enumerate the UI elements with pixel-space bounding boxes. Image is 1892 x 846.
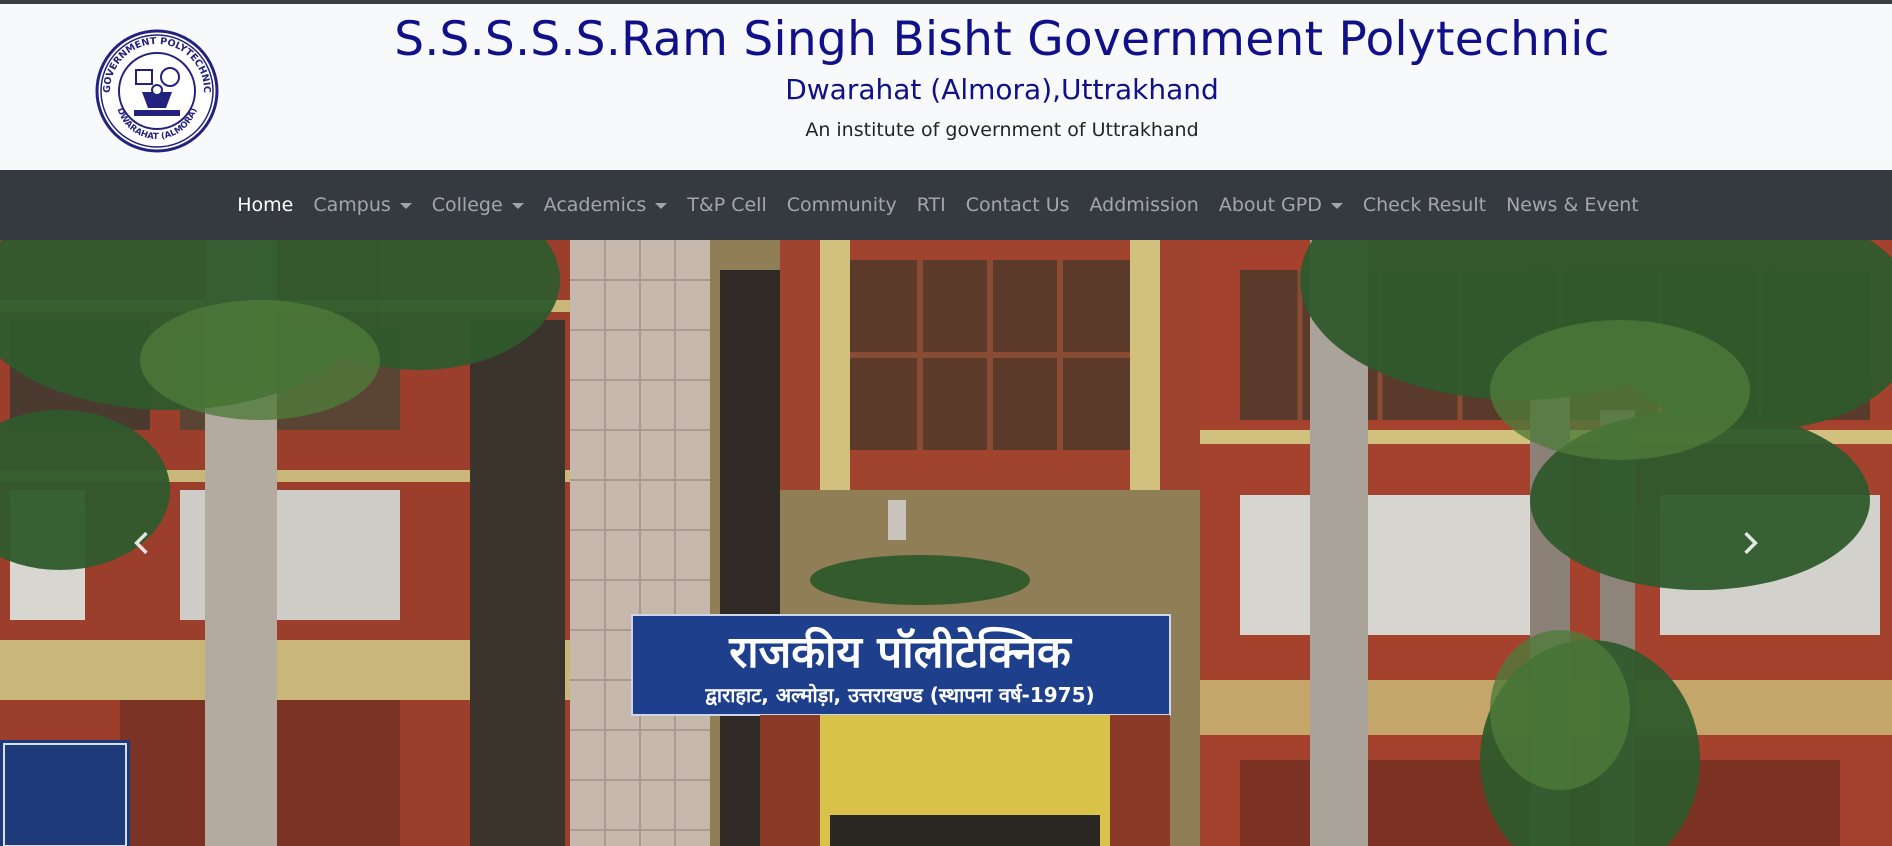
nav-campus-label: Campus: [313, 194, 391, 216]
sign-line-1: राजकीय पॉलीटेक्निक: [728, 626, 1073, 678]
nav-home-label: Home: [237, 194, 294, 216]
carousel-prev-control[interactable]: [0, 240, 284, 846]
nav-college-dropdown[interactable]: College: [422, 194, 534, 216]
nav-tp-cell-label: T&P Cell: [687, 194, 767, 216]
chevron-right-icon: [1744, 531, 1758, 555]
chevron-left-icon: [134, 531, 148, 555]
site-subtitle: Dwarahat (Almora),Uttrakhand: [785, 73, 1219, 106]
nav-news-event[interactable]: News & Event: [1496, 194, 1649, 216]
nav-home[interactable]: Home: [227, 194, 303, 216]
nav-admission[interactable]: Addmission: [1080, 194, 1209, 216]
site-header: GOVERNMENT POLYTECHNIC DWARAHAT (ALMORA)…: [0, 4, 1892, 170]
caret-down-icon: [1330, 203, 1343, 209]
carousel-next-control[interactable]: [1608, 240, 1892, 846]
nav-college-label: College: [431, 194, 503, 216]
caret-down-icon: [655, 203, 668, 209]
nav-academics-dropdown[interactable]: Academics: [534, 194, 678, 216]
nav-check-result-label: Check Result: [1362, 194, 1487, 216]
site-title: S.S.S.S.S.Ram Singh Bisht Government Pol…: [394, 12, 1610, 67]
nav-contact-us[interactable]: Contact Us: [956, 194, 1080, 216]
site-tagline: An institute of government of Uttrakhand: [805, 119, 1199, 141]
nav-community[interactable]: Community: [777, 194, 907, 216]
caret-down-icon: [399, 203, 412, 209]
nav-check-result[interactable]: Check Result: [1353, 194, 1496, 216]
nav-community-label: Community: [786, 194, 897, 216]
nav-contact-us-label: Contact Us: [965, 194, 1070, 216]
nav-tp-cell[interactable]: T&P Cell: [677, 194, 776, 216]
nav-admission-label: Addmission: [1089, 194, 1199, 216]
nav-rti[interactable]: RTI: [907, 194, 956, 216]
main-navbar: Home Campus College Academics T&P Cell C…: [0, 170, 1892, 240]
image-carousel: राजकीय पॉलीटेक्निक द्वाराहाट, अल्मोड़ा, …: [0, 240, 1892, 846]
nav-academics-label: Academics: [543, 194, 647, 216]
header-titles: S.S.S.S.S.Ram Singh Bisht Government Pol…: [0, 4, 1892, 142]
caret-down-icon: [511, 203, 524, 209]
nav-campus-dropdown[interactable]: Campus: [303, 194, 421, 216]
nav-rti-label: RTI: [916, 194, 946, 216]
nav-news-event-label: News & Event: [1506, 194, 1639, 216]
sign-line-2: द्वाराहाट, अल्मोड़ा, उत्तराखण्ड (स्थापना…: [704, 683, 1094, 707]
nav-about-gpd-dropdown[interactable]: About GPD: [1209, 194, 1353, 216]
nav-about-gpd-label: About GPD: [1218, 194, 1322, 216]
